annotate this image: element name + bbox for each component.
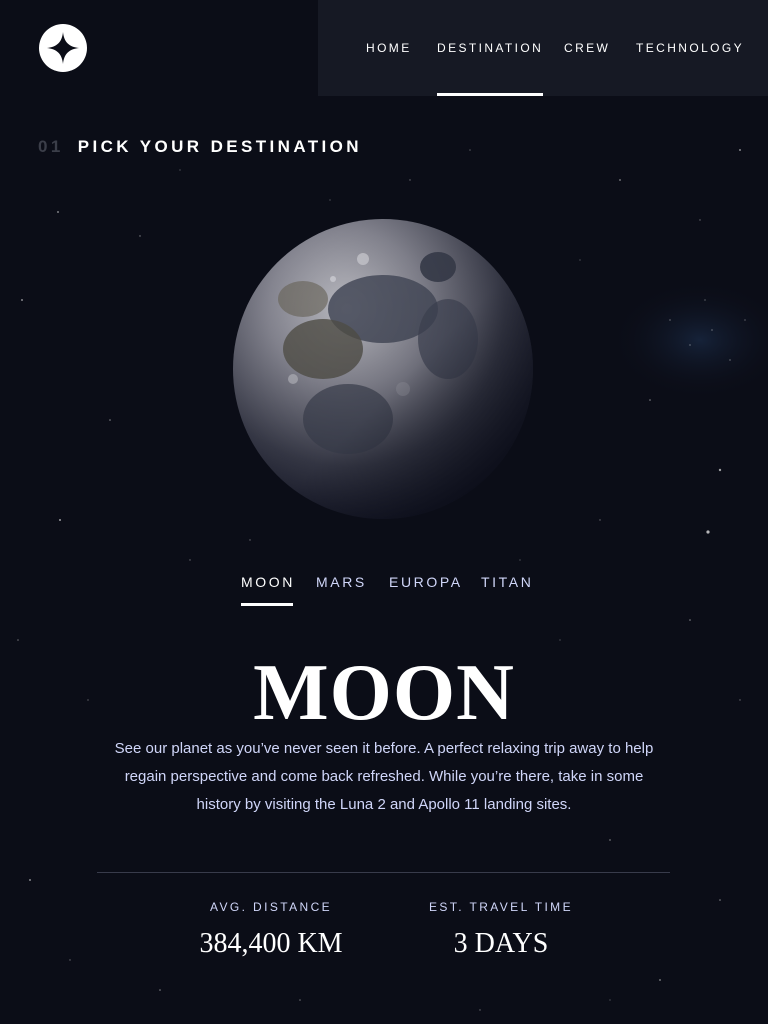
stat-value: 3 DAYS [453,928,549,959]
nav-item-destination[interactable]: DESTINATION [437,0,544,96]
nav-item-home[interactable]: HOME [366,0,412,96]
page-number: 01 [38,137,64,156]
stat-label: EST. TRAVEL TIME [429,900,573,914]
star-logo-icon[interactable] [39,24,87,72]
destination-description: See our planet as you’ve never seen it b… [114,740,654,813]
tab-titan[interactable]: TITAN [481,574,533,606]
stat-travel-time: EST. TRAVEL TIME 3 DAYS [391,900,611,960]
page-heading-text: PICK YOUR DESTINATION [77,137,362,156]
divider [97,872,670,873]
destination-tabs: MOON MARS EUROPA TITAN [0,574,768,608]
stat-label: AVG. DISTANCE [209,900,333,914]
stat-avg-distance: AVG. DISTANCE 384,400 KM [161,900,381,960]
page-title: 01 PICK YOUR DESTINATION [38,137,362,157]
main-navigation: HOME DESTINATION CREW TECHNOLOGY [318,0,768,96]
tab-moon[interactable]: MOON [241,574,295,606]
moon-image [233,219,533,519]
tab-mars[interactable]: MARS [316,574,367,606]
nav-item-technology[interactable]: TECHNOLOGY [636,0,744,96]
destination-name: MOON [253,649,515,737]
stat-value: 384,400 KM [199,928,343,959]
tab-europa[interactable]: EUROPA [389,574,463,606]
nav-item-crew[interactable]: CREW [564,0,610,96]
